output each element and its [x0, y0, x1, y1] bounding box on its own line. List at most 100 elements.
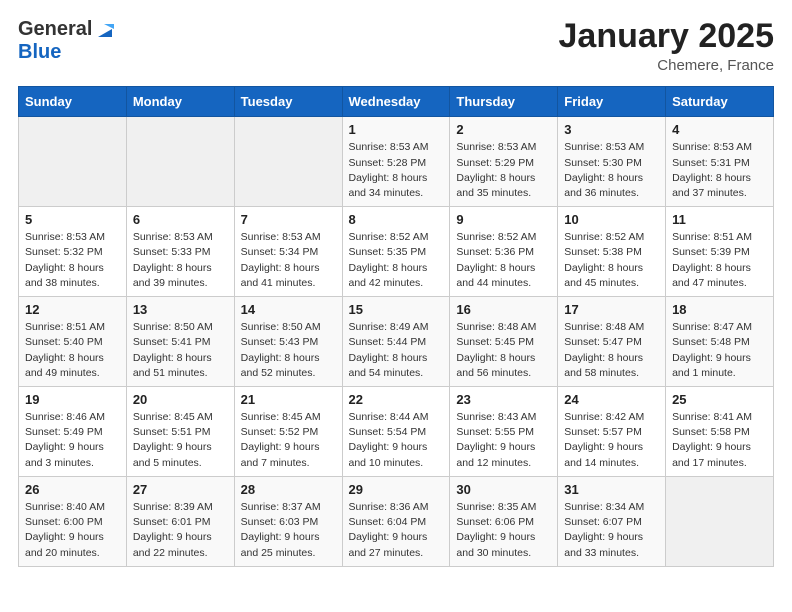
day-info: Sunrise: 8:53 AM Sunset: 5:33 PM Dayligh…: [133, 230, 228, 291]
day-number: 19: [25, 392, 120, 407]
day-info: Sunrise: 8:44 AM Sunset: 5:54 PM Dayligh…: [349, 410, 444, 471]
day-number: 17: [564, 302, 659, 317]
calendar-cell: 6 Sunrise: 8:53 AM Sunset: 5:33 PM Daylig…: [126, 207, 234, 297]
calendar-cell: [234, 117, 342, 207]
day-number: 27: [133, 482, 228, 497]
day-info: Sunrise: 8:52 AM Sunset: 5:38 PM Dayligh…: [564, 230, 659, 291]
calendar-cell: 3 Sunrise: 8:53 AM Sunset: 5:30 PM Daylig…: [558, 117, 666, 207]
day-number: 28: [241, 482, 336, 497]
day-info: Sunrise: 8:45 AM Sunset: 5:51 PM Dayligh…: [133, 410, 228, 471]
day-info: Sunrise: 8:43 AM Sunset: 5:55 PM Dayligh…: [456, 410, 551, 471]
col-header-monday: Monday: [126, 87, 234, 117]
day-number: 24: [564, 392, 659, 407]
day-info: Sunrise: 8:51 AM Sunset: 5:39 PM Dayligh…: [672, 230, 767, 291]
calendar-cell: 15 Sunrise: 8:49 AM Sunset: 5:44 PM Dayli…: [342, 297, 450, 387]
day-info: Sunrise: 8:52 AM Sunset: 5:35 PM Dayligh…: [349, 230, 444, 291]
day-number: 3: [564, 122, 659, 137]
day-number: 4: [672, 122, 767, 137]
day-info: Sunrise: 8:42 AM Sunset: 5:57 PM Dayligh…: [564, 410, 659, 471]
calendar-table: SundayMondayTuesdayWednesdayThursdayFrid…: [18, 86, 774, 566]
calendar-cell: 18 Sunrise: 8:47 AM Sunset: 5:48 PM Dayli…: [666, 297, 774, 387]
calendar-cell: 21Sunrise: 8:45 AM Sunset: 5:52 PM Dayli…: [234, 387, 342, 477]
calendar-cell: 9Sunrise: 8:52 AM Sunset: 5:36 PM Daylig…: [450, 207, 558, 297]
day-number: 20: [133, 392, 228, 407]
calendar-cell: 7Sunrise: 8:53 AM Sunset: 5:34 PM Daylig…: [234, 207, 342, 297]
calendar-week-2: 5Sunrise: 8:53 AM Sunset: 5:32 PM Daylig…: [19, 207, 774, 297]
calendar-cell: 4Sunrise: 8:53 AM Sunset: 5:31 PM Daylig…: [666, 117, 774, 207]
day-info: Sunrise: 8:48 AM Sunset: 5:47 PM Dayligh…: [564, 320, 659, 381]
day-info: Sunrise: 8:41 AM Sunset: 5:58 PM Dayligh…: [672, 410, 767, 471]
title-area: January 2025 Chemere, France: [559, 18, 775, 74]
calendar-cell: 29 Sunrise: 8:36 AM Sunset: 6:04 PM Dayli…: [342, 476, 450, 566]
day-number: 25: [672, 392, 767, 407]
calendar-cell: 13 Sunrise: 8:50 AM Sunset: 5:41 PM Dayli…: [126, 297, 234, 387]
day-number: 10: [564, 212, 659, 227]
logo-text: General: [18, 18, 116, 41]
calendar-cell: 8Sunrise: 8:52 AM Sunset: 5:35 PM Daylig…: [342, 207, 450, 297]
day-number: 13: [133, 302, 228, 317]
location: Chemere, France: [559, 57, 775, 74]
day-info: Sunrise: 8:37 AM Sunset: 6:03 PM Dayligh…: [241, 500, 336, 561]
day-info: Sunrise: 8:40 AM Sunset: 6:00 PM Dayligh…: [25, 500, 120, 561]
col-header-wednesday: Wednesday: [342, 87, 450, 117]
day-number: 16: [456, 302, 551, 317]
calendar-cell: 1Sunrise: 8:53 AM Sunset: 5:28 PM Daylig…: [342, 117, 450, 207]
calendar-cell: [666, 476, 774, 566]
day-number: 26: [25, 482, 120, 497]
calendar-cell: 23 Sunrise: 8:43 AM Sunset: 5:55 PM Dayli…: [450, 387, 558, 477]
day-number: 29: [349, 482, 444, 497]
day-info: Sunrise: 8:45 AM Sunset: 5:52 PM Dayligh…: [241, 410, 336, 471]
day-number: 15: [349, 302, 444, 317]
day-info: Sunrise: 8:47 AM Sunset: 5:48 PM Dayligh…: [672, 320, 767, 381]
day-info: Sunrise: 8:53 AM Sunset: 5:30 PM Dayligh…: [564, 140, 659, 201]
day-info: Sunrise: 8:39 AM Sunset: 6:01 PM Dayligh…: [133, 500, 228, 561]
day-number: 1: [349, 122, 444, 137]
calendar-cell: [19, 117, 127, 207]
day-info: Sunrise: 8:53 AM Sunset: 5:29 PM Dayligh…: [456, 140, 551, 201]
day-info: Sunrise: 8:53 AM Sunset: 5:34 PM Dayligh…: [241, 230, 336, 291]
day-info: Sunrise: 8:46 AM Sunset: 5:49 PM Dayligh…: [25, 410, 120, 471]
day-number: 9: [456, 212, 551, 227]
logo-icon: [94, 19, 116, 41]
col-header-thursday: Thursday: [450, 87, 558, 117]
calendar-week-4: 19 Sunrise: 8:46 AM Sunset: 5:49 PM Dayli…: [19, 387, 774, 477]
header: General Blue January 2025 Chemere, Franc…: [18, 18, 774, 74]
day-number: 23: [456, 392, 551, 407]
calendar-cell: 26 Sunrise: 8:40 AM Sunset: 6:00 PM Dayli…: [19, 476, 127, 566]
calendar-cell: 16 Sunrise: 8:48 AM Sunset: 5:45 PM Dayli…: [450, 297, 558, 387]
calendar-cell: 24 Sunrise: 8:42 AM Sunset: 5:57 PM Dayli…: [558, 387, 666, 477]
calendar-week-5: 26 Sunrise: 8:40 AM Sunset: 6:00 PM Dayli…: [19, 476, 774, 566]
calendar-cell: 14 Sunrise: 8:50 AM Sunset: 5:43 PM Dayli…: [234, 297, 342, 387]
day-number: 5: [25, 212, 120, 227]
day-info: Sunrise: 8:50 AM Sunset: 5:43 PM Dayligh…: [241, 320, 336, 381]
day-number: 2: [456, 122, 551, 137]
col-header-friday: Friday: [558, 87, 666, 117]
calendar-header-row: SundayMondayTuesdayWednesdayThursdayFrid…: [19, 87, 774, 117]
day-number: 22: [349, 392, 444, 407]
calendar-cell: 30 Sunrise: 8:35 AM Sunset: 6:06 PM Dayli…: [450, 476, 558, 566]
day-number: 18: [672, 302, 767, 317]
day-info: Sunrise: 8:48 AM Sunset: 5:45 PM Dayligh…: [456, 320, 551, 381]
day-info: Sunrise: 8:34 AM Sunset: 6:07 PM Dayligh…: [564, 500, 659, 561]
month-title: January 2025: [559, 18, 775, 55]
calendar-cell: 28 Sunrise: 8:37 AM Sunset: 6:03 PM Dayli…: [234, 476, 342, 566]
calendar-cell: 2 Sunrise: 8:53 AM Sunset: 5:29 PM Daylig…: [450, 117, 558, 207]
calendar-cell: 31 Sunrise: 8:34 AM Sunset: 6:07 PM Dayli…: [558, 476, 666, 566]
logo-general: General: [18, 18, 92, 41]
day-info: Sunrise: 8:35 AM Sunset: 6:06 PM Dayligh…: [456, 500, 551, 561]
calendar-cell: 10 Sunrise: 8:52 AM Sunset: 5:38 PM Dayli…: [558, 207, 666, 297]
day-number: 11: [672, 212, 767, 227]
calendar-cell: 19 Sunrise: 8:46 AM Sunset: 5:49 PM Dayli…: [19, 387, 127, 477]
day-number: 6: [133, 212, 228, 227]
day-info: Sunrise: 8:49 AM Sunset: 5:44 PM Dayligh…: [349, 320, 444, 381]
day-number: 31: [564, 482, 659, 497]
day-info: Sunrise: 8:50 AM Sunset: 5:41 PM Dayligh…: [133, 320, 228, 381]
col-header-saturday: Saturday: [666, 87, 774, 117]
day-info: Sunrise: 8:36 AM Sunset: 6:04 PM Dayligh…: [349, 500, 444, 561]
day-info: Sunrise: 8:51 AM Sunset: 5:40 PM Dayligh…: [25, 320, 120, 381]
day-number: 30: [456, 482, 551, 497]
day-number: 14: [241, 302, 336, 317]
logo-blue: Blue: [18, 41, 61, 64]
calendar-week-1: 1Sunrise: 8:53 AM Sunset: 5:28 PM Daylig…: [19, 117, 774, 207]
col-header-tuesday: Tuesday: [234, 87, 342, 117]
